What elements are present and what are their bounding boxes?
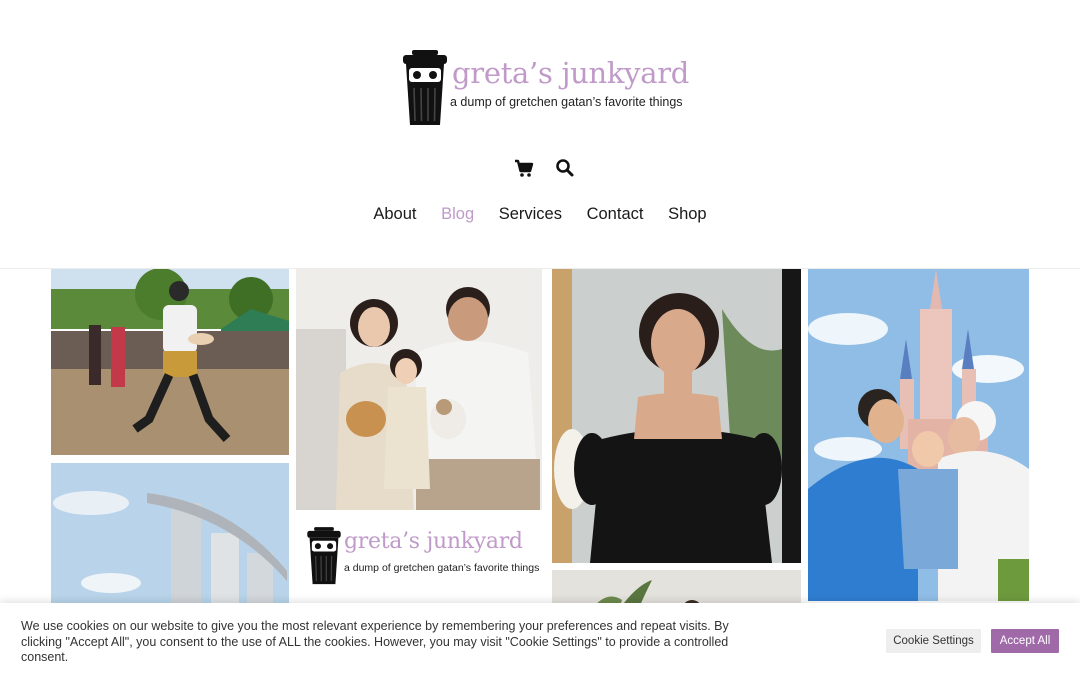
site-title[interactable]: greta’s junkyard: [452, 56, 689, 90]
gallery-photo-portrait[interactable]: [552, 269, 801, 563]
site-header: greta’s junkyard a dump of gretchen gata…: [0, 0, 1080, 269]
shopping-cart-icon[interactable]: [512, 156, 536, 180]
trash-can-logo-icon: [307, 527, 341, 585]
accept-all-button[interactable]: Accept All: [991, 629, 1059, 653]
header-icons: [512, 156, 582, 180]
family-photo: [296, 269, 542, 510]
site-logo[interactable]: greta’s junkyard a dump of gretchen gata…: [400, 48, 690, 128]
trash-can-logo-icon: [403, 50, 447, 125]
nav-item-shop[interactable]: Shop: [668, 205, 707, 224]
cookie-settings-button[interactable]: Cookie Settings: [886, 629, 981, 653]
nav-item-blog[interactable]: Blog: [441, 205, 474, 224]
castle-photo: [808, 269, 1029, 601]
frisbee-photo: [51, 269, 289, 455]
nav-item-services[interactable]: Services: [499, 205, 562, 224]
main-nav: About Blog Services Contact Shop: [0, 205, 1080, 224]
logo-tile-title: greta’s junkyard: [344, 529, 523, 554]
cookie-banner: We use cookies on our website to give yo…: [0, 603, 1080, 675]
cookie-notice-text: We use cookies on our website to give yo…: [21, 619, 729, 664]
nav-item-about[interactable]: About: [373, 205, 416, 224]
site-tagline: a dump of gretchen gatan’s favorite thin…: [450, 95, 683, 109]
portrait-photo: [552, 269, 801, 563]
gallery-photo-castle[interactable]: [808, 269, 1029, 601]
gallery-photo-frisbee[interactable]: [51, 269, 289, 455]
logo-tile-tagline: a dump of gretchen gatan’s favorite thin…: [344, 562, 540, 574]
gallery-photo-family[interactable]: [296, 269, 542, 510]
gallery-logo-tile[interactable]: greta’s junkyard a dump of gretchen gata…: [296, 517, 542, 597]
search-icon[interactable]: [553, 156, 577, 180]
nav-item-contact[interactable]: Contact: [587, 205, 644, 224]
